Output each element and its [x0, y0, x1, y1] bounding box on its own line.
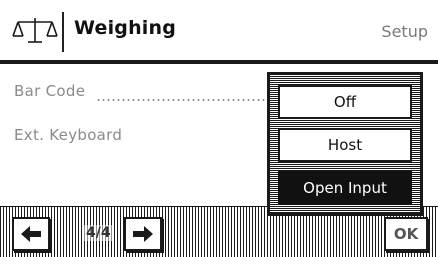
header-divider	[62, 12, 64, 52]
section-label: Setup	[381, 22, 428, 41]
option-off[interactable]: Off	[278, 85, 412, 119]
option-open-input[interactable]: Open Input	[278, 171, 412, 205]
selection-popup: Off Host Open Input	[267, 72, 423, 216]
leader-dots	[96, 99, 266, 101]
header-divider-line	[0, 60, 438, 64]
page-indicator: 4/4	[84, 225, 113, 241]
page-title: Weighing	[74, 17, 177, 39]
ok-button[interactable]: OK	[384, 217, 428, 251]
balance-screen: Weighing Setup Bar Code Ext. Keyboard 4/…	[0, 0, 438, 257]
back-button[interactable]	[12, 217, 50, 251]
option-host[interactable]: Host	[278, 128, 412, 162]
header-bar: Weighing Setup	[0, 0, 438, 60]
balance-scale-icon	[12, 16, 58, 46]
list-item-bar-code[interactable]: Bar Code	[14, 82, 85, 100]
list-item-ext-keyboard[interactable]: Ext. Keyboard	[14, 126, 122, 144]
next-button[interactable]	[124, 217, 162, 251]
